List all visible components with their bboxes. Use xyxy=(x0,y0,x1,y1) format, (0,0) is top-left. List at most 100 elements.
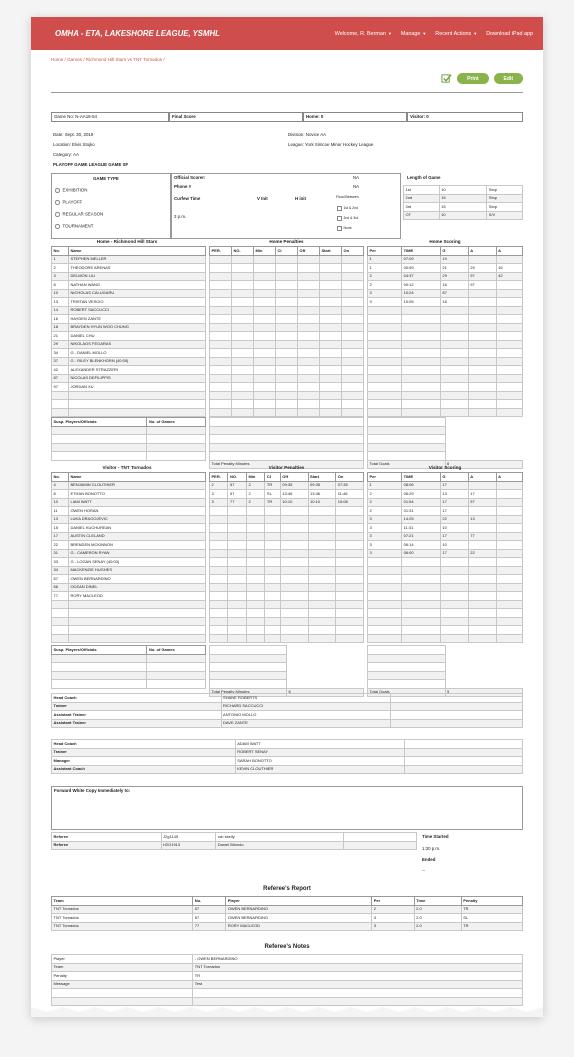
cell: 17 xyxy=(439,531,469,541)
flood-none[interactable]: None xyxy=(337,226,352,231)
cell: J2g1145 xyxy=(160,832,217,842)
cell: 17 xyxy=(439,548,469,558)
flood-2nd-3rd[interactable]: 2nd & 3rd xyxy=(337,216,358,221)
cell: On xyxy=(341,246,364,256)
option-label: REGULAR SEASON xyxy=(62,211,104,217)
breadcrumb-game[interactable]: Richmond Hill Stars vs TNT Tornados xyxy=(86,57,162,62)
game-type-tournament[interactable]: TOURNAMENT xyxy=(55,224,93,229)
cell: 15 xyxy=(438,202,488,212)
cell: A xyxy=(495,472,524,482)
penalty-row xyxy=(209,407,364,417)
welcome-menu[interactable]: Welcome, R. Berman ▼ xyxy=(335,31,392,37)
cell xyxy=(275,348,298,358)
cell xyxy=(209,365,232,375)
cell xyxy=(439,582,469,592)
goal-row xyxy=(366,591,524,601)
cell: 17 xyxy=(439,497,469,507)
cell xyxy=(209,297,232,307)
game-type-regular[interactable]: REGULAR SEASON xyxy=(55,212,103,217)
cell: 14:25 xyxy=(401,514,441,524)
cell xyxy=(208,616,229,626)
blank-row xyxy=(367,679,523,689)
breadcrumb-home[interactable]: Home xyxy=(51,57,63,62)
cell xyxy=(297,373,320,383)
cell xyxy=(209,322,232,332)
player-row: 18 BRAYDEN HYUN WOO CHUNG xyxy=(51,322,207,332)
cell xyxy=(366,616,403,626)
cell xyxy=(264,523,281,533)
cell xyxy=(439,625,469,635)
recent-actions-menu[interactable]: Recent Actions ▼ xyxy=(435,31,477,37)
blank-row xyxy=(367,451,523,461)
penalty-row xyxy=(209,348,364,358)
cell xyxy=(275,271,298,281)
cell xyxy=(366,557,403,567)
flood-1st-2nd[interactable]: 1st & 2nd xyxy=(337,206,358,211)
game-type-playoff[interactable]: PLAYOFF xyxy=(55,200,82,205)
cell: OT xyxy=(403,210,440,220)
note-row: Player - OWEN BERNARDINO xyxy=(50,954,523,964)
goal-row: 3 07:21 17 77 xyxy=(366,531,524,541)
penalty-row xyxy=(208,608,364,618)
cell: 10:24 xyxy=(401,288,441,298)
cell: 87 xyxy=(439,288,469,298)
cell xyxy=(366,574,403,584)
cell xyxy=(231,314,254,324)
player-row: 17 AUSTIN CLELAND xyxy=(51,531,207,541)
cell: Off xyxy=(297,246,320,256)
cell xyxy=(307,574,337,584)
cell xyxy=(245,591,266,601)
cell xyxy=(401,339,441,349)
cell: 8 xyxy=(51,489,69,499)
edit-button[interactable]: Edit xyxy=(493,73,523,85)
cell: HAYDEN ZANTE xyxy=(67,314,207,324)
player-row: 66 OCEAN DINEL xyxy=(51,582,207,592)
cell: Stop xyxy=(486,193,523,203)
cell: 21 xyxy=(439,263,469,273)
staff-row: Head Coach SHANE ROBERTS xyxy=(51,693,523,703)
report-title: Referee's Report xyxy=(263,886,311,892)
visitor-roster-title: Visitor - TNT Tornados xyxy=(102,465,152,470)
cell xyxy=(209,425,364,435)
cell xyxy=(319,288,342,298)
cell: LIAM WATT xyxy=(67,497,207,507)
time-started-value: 1:30 p.m. xyxy=(422,846,441,851)
cell xyxy=(401,625,441,635)
cell xyxy=(495,280,524,290)
cell xyxy=(341,331,364,341)
cell: 21 xyxy=(51,331,69,341)
cell xyxy=(264,574,281,584)
cell: Name xyxy=(67,472,207,482)
cell: 31 xyxy=(51,548,69,558)
home-score: Home: 0 xyxy=(306,114,324,119)
print-button[interactable]: Print xyxy=(457,73,489,85)
cell xyxy=(279,548,309,558)
breadcrumb-games[interactable]: Games xyxy=(67,57,82,62)
visitor-penalties-title: Visitor Penalties xyxy=(268,465,305,470)
cell xyxy=(495,390,524,400)
notes-table: Player - OWEN BERNARDINO Team TNT Tornados P… xyxy=(50,954,523,1006)
cell xyxy=(341,314,364,324)
manage-menu[interactable]: Manage ▼ xyxy=(401,31,426,37)
cell: TIME xyxy=(401,246,441,256)
home-scoring-title: Home Scoring xyxy=(429,239,461,244)
cell: 17 xyxy=(439,480,469,490)
cell: 3 xyxy=(366,540,403,550)
official-scorer-label: Official Scorer: xyxy=(174,175,206,180)
cell xyxy=(253,399,276,409)
cell xyxy=(467,574,497,584)
cell xyxy=(245,616,266,626)
cell xyxy=(401,390,441,400)
player-row xyxy=(51,616,207,626)
top-navbar: OMHA - ETA, LAKESHORE LEAGUE, YSMHL Welc… xyxy=(31,17,543,50)
visitor-pen-totals-table: Total Penalty Minutes 6 xyxy=(209,645,364,697)
game-date: Date: Sept. 30, 2019 xyxy=(53,132,94,137)
cell xyxy=(227,599,247,609)
checkbox-check-icon[interactable] xyxy=(441,73,452,84)
game-type-exhibition[interactable]: EXHIBITION xyxy=(55,188,87,193)
blank-row xyxy=(209,670,364,680)
staff-role: Assistant Trainer xyxy=(51,710,222,720)
cell xyxy=(264,608,281,618)
download-ipad-link[interactable]: Download iPad app xyxy=(486,31,533,37)
brand-title[interactable]: OMHA - ETA, LAKESHORE LEAGUE, YSMHL xyxy=(55,29,220,38)
